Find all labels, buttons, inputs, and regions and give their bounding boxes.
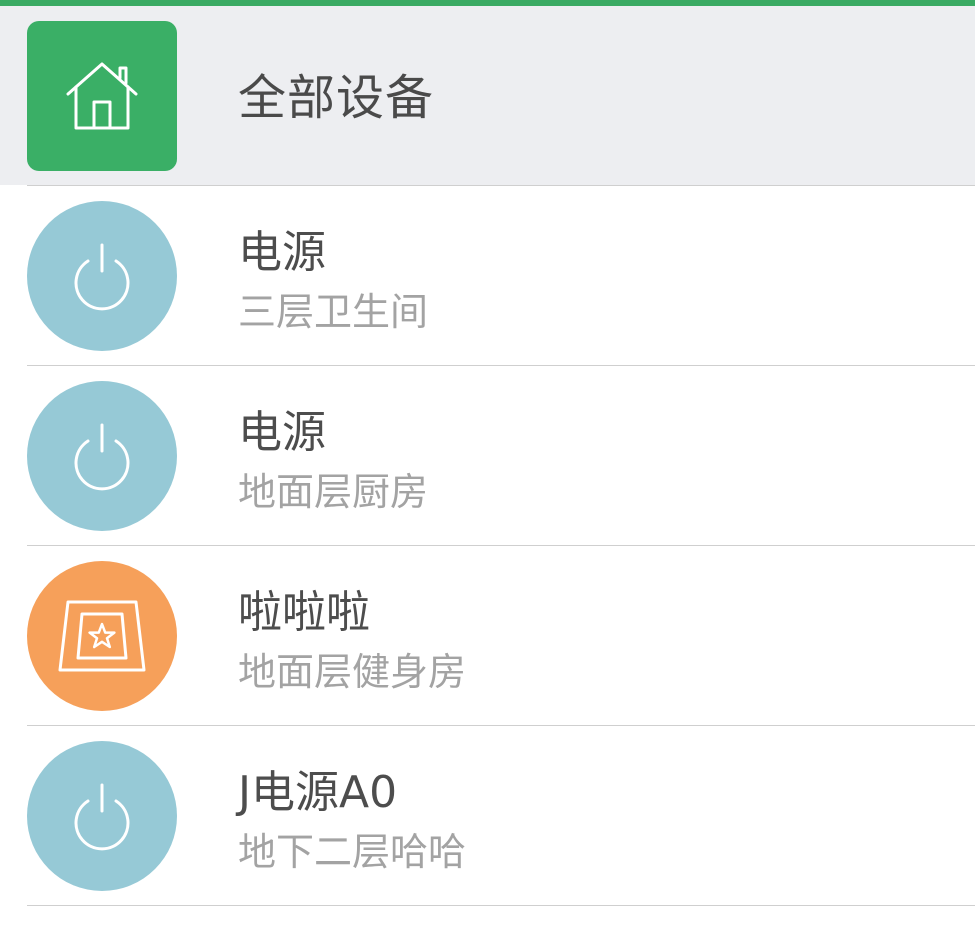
device-name: 啦啦啦	[238, 587, 370, 638]
page-title: 全部设备	[238, 70, 435, 126]
device-location: 三层卫生间	[238, 290, 429, 334]
all-devices-header[interactable]: 全部设备	[0, 6, 975, 185]
divider	[27, 905, 975, 906]
device-location: 地面层厨房	[238, 470, 429, 514]
house-icon	[27, 21, 177, 171]
device-row[interactable]: 电源 地面层厨房	[0, 365, 975, 545]
device-list: 电源 三层卫生间 电源 地面层厨房 啦啦啦 地面层健身房 J电源A0 地下二层哈…	[0, 185, 975, 906]
device-row[interactable]: J电源A0 地下二层哈哈	[0, 725, 975, 906]
device-name: 电源	[238, 407, 326, 458]
device-row[interactable]: 啦啦啦 地面层健身房	[0, 545, 975, 725]
device-location: 地下二层哈哈	[238, 830, 467, 874]
power-icon	[27, 381, 177, 531]
device-location: 地面层健身房	[238, 650, 467, 694]
carpet-star-icon	[27, 561, 177, 711]
device-name: J电源A0	[238, 767, 398, 818]
divider	[27, 365, 975, 366]
device-name: 电源	[238, 227, 326, 278]
power-icon	[27, 741, 177, 891]
power-icon	[27, 201, 177, 351]
divider	[27, 545, 975, 546]
device-row[interactable]: 电源 三层卫生间	[0, 185, 975, 365]
divider	[27, 185, 975, 186]
divider	[27, 725, 975, 726]
